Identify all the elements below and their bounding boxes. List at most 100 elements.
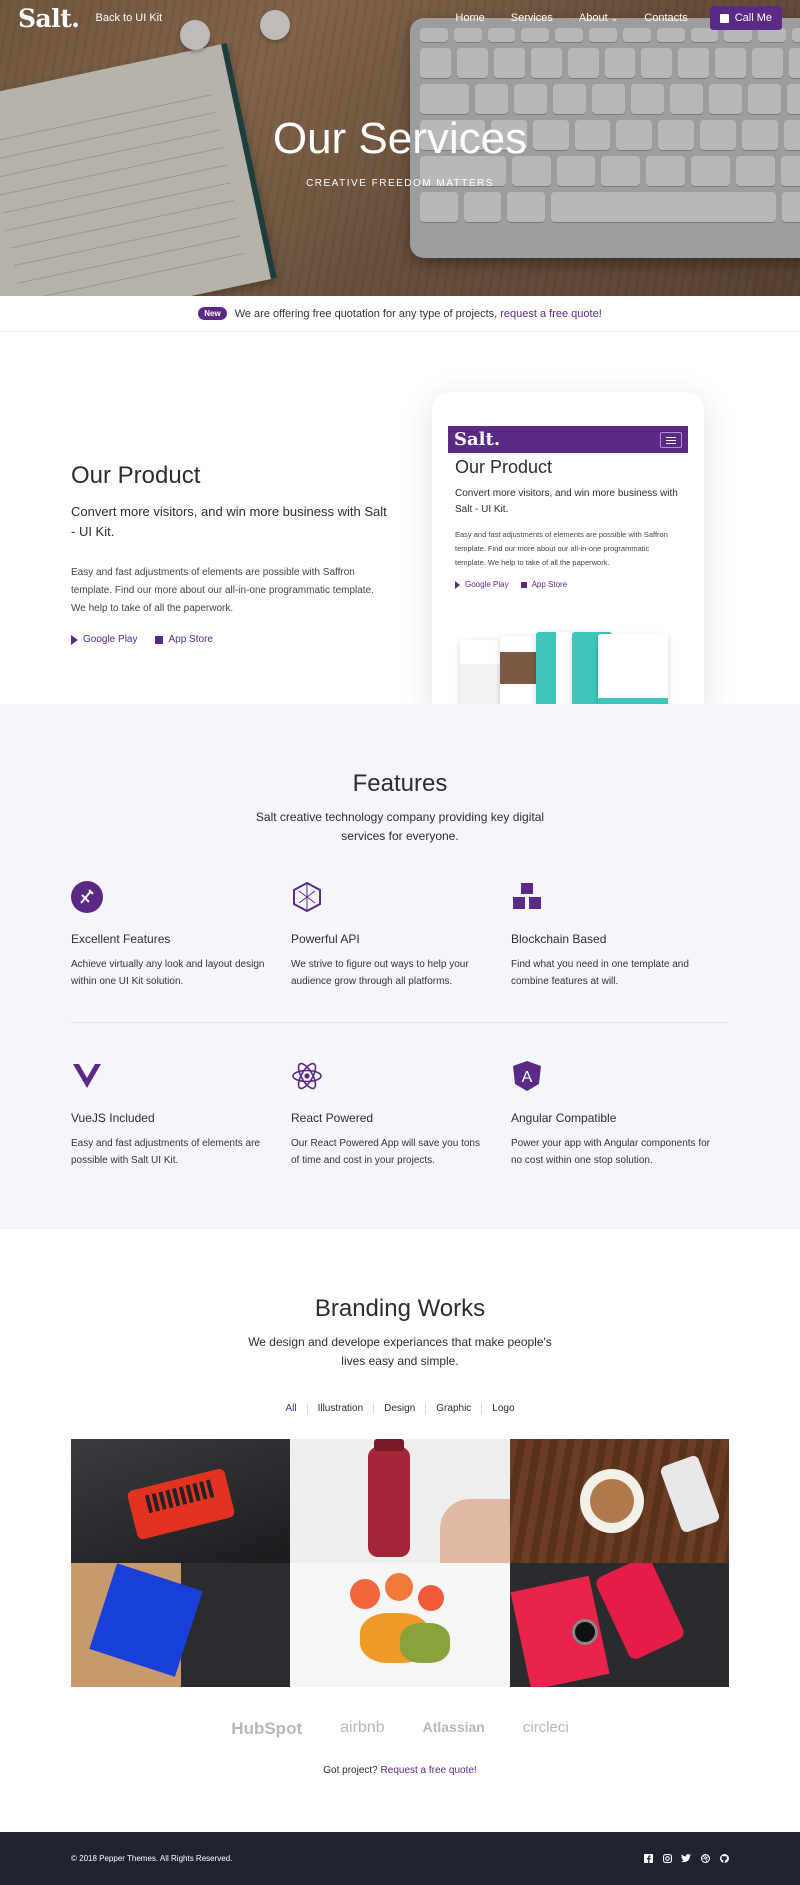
coffee-phone-image[interactable] [510, 1439, 729, 1563]
product-section: Our Product Convert more visitors, and w… [0, 332, 800, 704]
product-body: Easy and fast adjustments of elements ar… [71, 567, 374, 614]
got-project-text: Got project? [323, 1765, 378, 1776]
product-title: Our Product [71, 462, 201, 489]
top-nav: Salt. Back to UI Kit Home Services About… [0, 0, 800, 36]
blue-card-laptop-image[interactable] [71, 1563, 290, 1687]
feature-text: We strive to figure out ways to help you… [291, 959, 469, 987]
app-screens-image [460, 632, 690, 704]
nav-services[interactable]: Services [511, 12, 553, 24]
feature-card: React Powered Our React Powered App will… [291, 1060, 511, 1169]
feature-text: Find what you need in one template and c… [511, 959, 689, 987]
filter-logo[interactable]: Logo [481, 1403, 524, 1414]
feature-card: Powerful API We strive to figure out way… [291, 881, 511, 990]
back-to-ui-kit-link[interactable]: Back to UI Kit [96, 12, 163, 24]
github-icon[interactable] [719, 1854, 729, 1864]
filter-illustration[interactable]: Illustration [306, 1403, 374, 1414]
hero-section: Salt. Back to UI Kit Home Services About… [0, 0, 800, 296]
portfolio-filters: All Illustration Design Graphic Logo [0, 1403, 800, 1414]
announcement-text: We are offering free quotation for any t… [234, 307, 498, 320]
main-menu: Home Services About ⌄ Contacts Call Me [429, 6, 782, 30]
google-play-icon [71, 634, 78, 645]
typewriter-image[interactable] [71, 1439, 290, 1563]
feature-title: Excellent Features [71, 932, 171, 946]
feature-card: Excellent Features Achieve virtually any… [71, 881, 291, 990]
mockup-body: Easy and fast adjustments of elements ar… [455, 530, 668, 567]
tablet-mockup: Salt. Our Product Convert more visitors,… [432, 392, 704, 704]
divider [71, 1022, 728, 1023]
chevron-down-icon: ⌄ [610, 13, 619, 23]
social-links [643, 1854, 729, 1864]
feature-text: Power your app with Angular components f… [511, 1138, 710, 1166]
features-title: Features [352, 770, 448, 797]
features-subtitle: Salt creative technology company providi… [255, 810, 545, 843]
feature-text: Achieve virtually any look and layout de… [71, 959, 265, 987]
atlassian-logo: Atlassian [422, 1719, 485, 1735]
feature-card: VueJS Included Easy and fast adjustments… [71, 1060, 291, 1169]
app-store-label: App Store [168, 634, 213, 645]
phone-icon [719, 13, 729, 23]
request-quote-link[interactable]: request a free quote! [500, 308, 602, 320]
mockup-lead: Convert more visitors, and win more busi… [455, 488, 678, 515]
excellent-features-icon [71, 881, 103, 913]
juice-bottle-image[interactable] [290, 1439, 510, 1563]
circleci-logo: circleci [522, 1719, 569, 1736]
svg-text:A: A [522, 1069, 533, 1086]
app-store-link[interactable]: App Store [155, 634, 213, 645]
feature-title: VueJS Included [71, 1111, 155, 1125]
citrus-fruit-image[interactable] [290, 1563, 510, 1687]
site-logo[interactable]: Salt. [18, 4, 80, 33]
announcement-bar: New We are offering free quotation for a… [0, 296, 800, 332]
mockup-title: Our Product [455, 457, 553, 477]
twitter-icon[interactable] [681, 1854, 691, 1864]
red-accessories-image[interactable] [510, 1563, 729, 1687]
portfolio-gallery [71, 1439, 729, 1687]
new-badge: New [198, 307, 227, 320]
feature-title: Angular Compatible [511, 1111, 617, 1125]
branding-title: Branding Works [314, 1295, 486, 1322]
hubspot-logo: HubSpot [231, 1719, 303, 1738]
feature-card: Blockchain Based Find what you need in o… [511, 881, 731, 990]
hero-subtitle: CREATIVE FREEDOM MATTERS [306, 178, 494, 189]
filter-graphic[interactable]: Graphic [425, 1403, 481, 1414]
powerful-api-icon [293, 881, 321, 913]
nav-home[interactable]: Home [455, 12, 484, 24]
got-project-cta: Got project? Request a free quote! [0, 1765, 800, 1776]
airbnb-logo: airbnb [340, 1719, 385, 1736]
hamburger-icon [660, 431, 682, 448]
dribbble-icon[interactable] [700, 1854, 710, 1864]
nav-about-label: About [578, 12, 608, 24]
site-footer: © 2018 Pepper Themes. All Rights Reserve… [0, 1832, 800, 1885]
feature-title: Powerful API [291, 932, 360, 946]
react-icon [292, 1062, 322, 1090]
app-store-icon [155, 635, 164, 644]
hero-title: Our Services [272, 114, 528, 163]
nav-about[interactable]: About ⌄ [579, 12, 618, 24]
copyright-text: © 2018 Pepper Themes. All Rights Reserve… [71, 1854, 233, 1863]
feature-card: A Angular Compatible Power your app with… [511, 1060, 731, 1169]
mockup-logo: Salt. [454, 429, 501, 450]
branding-section: Branding Works We design and develope ex… [0, 1229, 800, 1837]
call-me-label: Call Me [734, 12, 772, 24]
google-play-link[interactable]: Google Play [71, 634, 137, 645]
filter-design[interactable]: Design [373, 1403, 425, 1414]
mockup-app-store: App Store [520, 580, 567, 589]
features-section: Features Salt creative technology compan… [0, 704, 800, 1229]
angular-icon: A [513, 1061, 541, 1091]
facebook-icon[interactable] [643, 1854, 653, 1864]
request-quote-footer-link[interactable]: Request a free quote! [381, 1765, 477, 1776]
filter-all[interactable]: All [275, 1403, 306, 1414]
branding-subtitle: We design and develope experiances that … [248, 1335, 552, 1368]
feature-title: Blockchain Based [511, 932, 607, 946]
feature-title: React Powered [291, 1111, 374, 1125]
product-lead: Convert more visitors, and win more busi… [71, 504, 387, 539]
feature-text: Our React Powered App will save you tons… [291, 1138, 480, 1166]
mockup-google-play: Google Play [455, 580, 509, 589]
google-play-label: Google Play [83, 634, 138, 645]
client-logos: HubSpot airbnb Atlassian circleci [0, 1719, 800, 1739]
blockchain-icon [513, 883, 541, 909]
nav-contacts[interactable]: Contacts [644, 12, 687, 24]
feature-text: Easy and fast adjustments of elements ar… [71, 1138, 260, 1166]
vuejs-icon [73, 1064, 101, 1088]
instagram-icon[interactable] [662, 1854, 672, 1864]
call-me-button[interactable]: Call Me [709, 6, 782, 30]
